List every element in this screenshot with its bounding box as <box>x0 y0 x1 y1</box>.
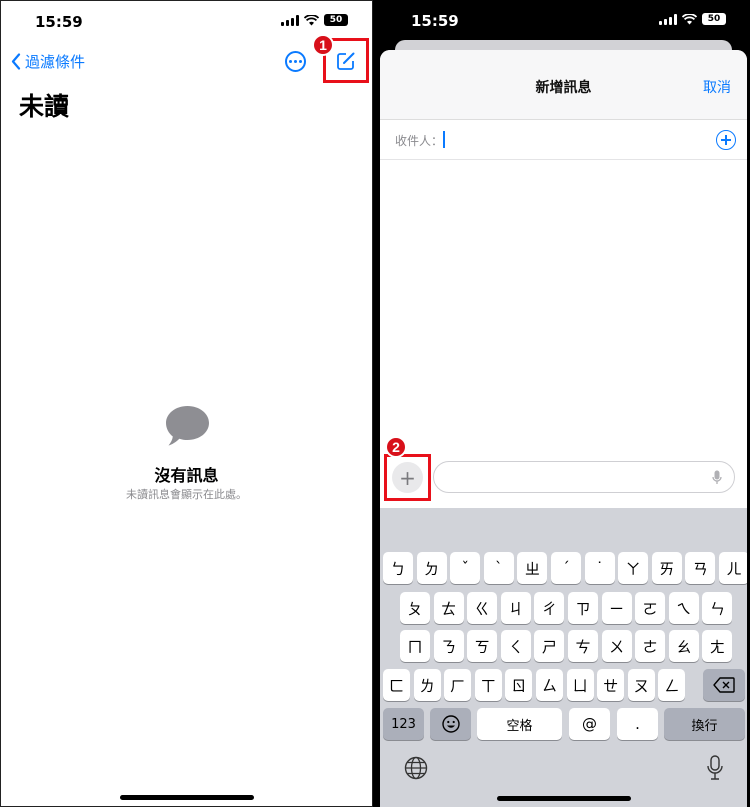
step-badge-1: 1 <box>312 34 334 56</box>
highlight-box-2: + <box>384 454 431 501</box>
key-7[interactable]: ㄧ <box>601 592 632 624</box>
key-9[interactable]: ㄞ <box>651 552 682 584</box>
emoji-icon <box>441 715 460 733</box>
more-icon[interactable] <box>285 51 306 72</box>
emoji-key[interactable] <box>430 708 471 740</box>
key-10[interactable]: ㄢ <box>685 552 716 584</box>
wifi-icon <box>682 13 697 24</box>
left-screen: 15:59 50 過濾條件 1 未讀 沒有訊息 未讀訊息會顯示在此處。 <box>0 0 373 807</box>
microphone-icon[interactable] <box>712 470 722 486</box>
battery-level: 50 <box>329 15 343 25</box>
status-time: 15:59 <box>35 13 83 31</box>
key-9[interactable]: ㄟ <box>668 592 699 624</box>
key-7[interactable]: ㄩ <box>566 669 594 701</box>
key-6[interactable]: ˊ <box>551 552 581 584</box>
message-input[interactable] <box>433 461 735 493</box>
page-title: 未讀 <box>19 92 70 121</box>
dictation-icon[interactable] <box>707 755 723 781</box>
step-badge-2: 2 <box>385 436 407 458</box>
status-icons: 50 <box>659 13 726 25</box>
sheet-title: 新增訊息 <box>535 80 592 96</box>
compose-icon <box>337 52 355 70</box>
empty-subtitle: 未讀訊息會顯示在此處。 <box>126 488 247 501</box>
signal-icon <box>281 14 299 26</box>
key-9[interactable]: ㄠ <box>668 630 699 662</box>
return-key[interactable]: 換行 <box>664 708 745 740</box>
key-10[interactable]: ㄥ <box>658 669 686 701</box>
key-3[interactable]: ˇ <box>450 552 481 584</box>
key-5[interactable]: ㄖ <box>505 669 533 701</box>
key-5[interactable]: ㄓ <box>517 552 548 584</box>
keyboard-row-1: ㄅㄉ ˇ ˋ ㄓ ˊ ˙ ㄚㄞㄢㄦ <box>380 552 747 584</box>
keyboard-row-3: ㄇㄋㄎㄑㄕㄘㄨㄜㄠㄤ <box>380 630 747 662</box>
key-4[interactable]: ㄐ <box>500 592 531 624</box>
key-2[interactable]: ㄊ <box>433 592 464 624</box>
key-1[interactable]: ㄆ <box>400 592 430 624</box>
battery-icon: 50 <box>324 14 348 26</box>
key-8[interactable]: ㄜ <box>635 630 666 662</box>
apps-plus-button[interactable]: + <box>392 462 423 493</box>
key-1[interactable]: ㄅ <box>383 552 413 584</box>
key-6[interactable]: ㄙ <box>536 669 563 701</box>
home-indicator[interactable] <box>119 795 254 800</box>
key-7[interactable]: ˙ <box>584 552 615 584</box>
status-bar: 15:59 50 <box>377 0 750 40</box>
keyboard: ㄅㄉ ˇ ˋ ㄓ ˊ ˙ ㄚㄞㄢㄦ ㄆㄊㄍㄐㄔㄗㄧㄛㄟㄣ ㄇㄋㄎㄑㄕㄘㄨㄜㄠㄤ ㄈㄌㄏㄒㄖㄙ… <box>380 508 747 807</box>
delete-key[interactable] <box>703 669 745 701</box>
back-button[interactable]: 過濾條件 <box>11 51 85 72</box>
new-message-sheet: 新增訊息 取消 收件人： + 2 ㄅㄉ ˇ ˋ ㄓ ˊ ˙ ㄚㄞㄢㄦ ㄆㄊㄍㄐㄔㄗㄧㄛㄟㄣ … <box>380 50 747 807</box>
key-1[interactable]: ㄇ <box>400 630 430 662</box>
keyboard-row-5: 123 空格 @ . 換行 <box>380 708 747 740</box>
key-4[interactable]: ㄒ <box>474 669 502 701</box>
key-5[interactable]: ㄕ <box>534 630 565 662</box>
right-screen: 15:59 50 新增訊息 取消 收件人： + 2 ㄅ ㄉ ˇ ˋ ㄓ ˊ ˙ … <box>377 0 750 807</box>
key-8[interactable]: ㄝ <box>597 669 625 701</box>
delete-icon <box>713 677 735 693</box>
wifi-icon <box>304 14 319 25</box>
status-time: 15:59 <box>411 12 459 30</box>
chat-bubble-icon <box>166 406 209 446</box>
text-cursor <box>443 131 445 148</box>
battery-level: 50 <box>707 14 721 24</box>
chevron-left-icon <box>11 53 21 70</box>
key-11[interactable]: ㄦ <box>719 552 747 584</box>
key-4[interactable]: ㄑ <box>500 630 531 662</box>
key-4[interactable]: ˋ <box>483 552 514 584</box>
key-1[interactable]: ㄈ <box>383 669 410 701</box>
numbers-key[interactable]: 123 <box>383 708 424 740</box>
cancel-button[interactable]: 取消 <box>703 77 731 97</box>
recipient-label: 收件人： <box>395 134 444 148</box>
sheet-header: 新增訊息 取消 <box>380 50 747 120</box>
key-2[interactable]: ㄌ <box>413 669 441 701</box>
key-10[interactable]: ㄤ <box>702 630 733 662</box>
empty-title: 沒有訊息 <box>154 466 219 485</box>
key-2[interactable]: ㄋ <box>433 630 464 662</box>
home-indicator[interactable] <box>496 796 631 801</box>
globe-icon[interactable] <box>404 756 428 780</box>
key-10[interactable]: ㄣ <box>702 592 733 624</box>
back-label: 過濾條件 <box>25 53 86 71</box>
key-9[interactable]: ㄡ <box>627 669 655 701</box>
key-6[interactable]: ㄘ <box>568 630 598 662</box>
key-8[interactable]: ㄚ <box>618 552 649 584</box>
key-8[interactable]: ㄛ <box>635 592 666 624</box>
key-3[interactable]: ㄍ <box>467 592 498 624</box>
add-contact-icon[interactable] <box>716 130 736 150</box>
signal-icon <box>659 13 677 25</box>
dot-key[interactable]: . <box>617 708 658 740</box>
key-2[interactable]: ㄉ <box>416 552 447 584</box>
keyboard-row-2: ㄆㄊㄍㄐㄔㄗㄧㄛㄟㄣ <box>380 592 747 624</box>
key-7[interactable]: ㄨ <box>601 630 632 662</box>
space-key[interactable]: 空格 <box>477 708 562 740</box>
recipient-row[interactable]: 收件人： <box>380 120 747 160</box>
key-3[interactable]: ㄎ <box>467 630 498 662</box>
key-5[interactable]: ㄔ <box>534 592 565 624</box>
at-key[interactable]: @ <box>569 708 610 740</box>
status-icons: 50 <box>281 14 348 26</box>
keyboard-row-4: ㄈㄌㄏㄒㄖㄙㄩㄝㄡㄥ <box>380 669 747 701</box>
key-6[interactable]: ㄗ <box>568 592 598 624</box>
key-3[interactable]: ㄏ <box>444 669 472 701</box>
battery-icon: 50 <box>702 13 726 25</box>
